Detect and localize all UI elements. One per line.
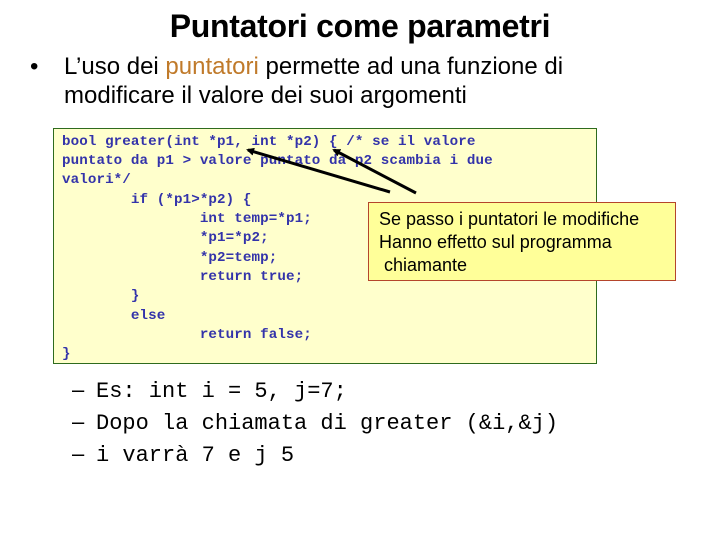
callout-line: Hanno effetto sul programma bbox=[379, 232, 612, 252]
sub-bullet-text: Dopo la chiamata di greater (&i,&j) bbox=[96, 411, 559, 436]
slide-title: Puntatori come parametri bbox=[169, 8, 551, 44]
code-line: } bbox=[62, 346, 71, 362]
bullet-text-line2: modificare il valore dei suoi argomenti bbox=[64, 82, 467, 109]
bullet-text-prefix: L’uso dei bbox=[64, 53, 166, 80]
code-line: int temp=*p1; bbox=[62, 211, 312, 227]
code-line: *p2=temp; bbox=[62, 250, 278, 266]
code-line: return false; bbox=[62, 327, 312, 343]
sub-bullet-item: – Dopo la chiamata di greater (&i,&j) bbox=[72, 406, 558, 440]
bullet-text: L’uso dei puntatori permette ad una funz… bbox=[64, 52, 704, 110]
code-line: puntato da p1 > valore puntato da p2 sca… bbox=[62, 153, 493, 169]
sub-bullet-item: – i varrà 7 e j 5 bbox=[72, 438, 294, 472]
code-line: bool greater(int *p1, int *p2) { /* se i… bbox=[62, 134, 476, 150]
callout-line: Se passo i puntatori le modifiche bbox=[379, 209, 640, 229]
callout-line: chiamante bbox=[379, 255, 468, 275]
bullet-marker: • bbox=[30, 53, 39, 80]
bullet-text-suffix: permette ad una funzione di bbox=[258, 53, 564, 80]
sub-bullet-item: – Es: int i = 5, j=7; bbox=[72, 374, 347, 408]
bullet-highlight-word: puntatori bbox=[165, 53, 259, 80]
code-line: return true; bbox=[62, 269, 304, 285]
sub-bullet-text: i varrà 7 e j 5 bbox=[96, 443, 295, 468]
dash-marker: – bbox=[72, 441, 85, 466]
code-line: if (*p1>*p2) { bbox=[62, 192, 252, 208]
code-line: valori*/ bbox=[62, 172, 131, 188]
callout-note: Se passo i puntatori le modifiche Hanno … bbox=[368, 202, 676, 281]
code-line: *p1=*p2; bbox=[62, 230, 269, 246]
dash-marker: – bbox=[72, 377, 85, 402]
sub-bullet-text: Es: int i = 5, j=7; bbox=[96, 379, 347, 404]
code-line: else bbox=[62, 308, 166, 324]
dash-marker: – bbox=[72, 409, 85, 434]
code-line: } bbox=[62, 288, 140, 304]
